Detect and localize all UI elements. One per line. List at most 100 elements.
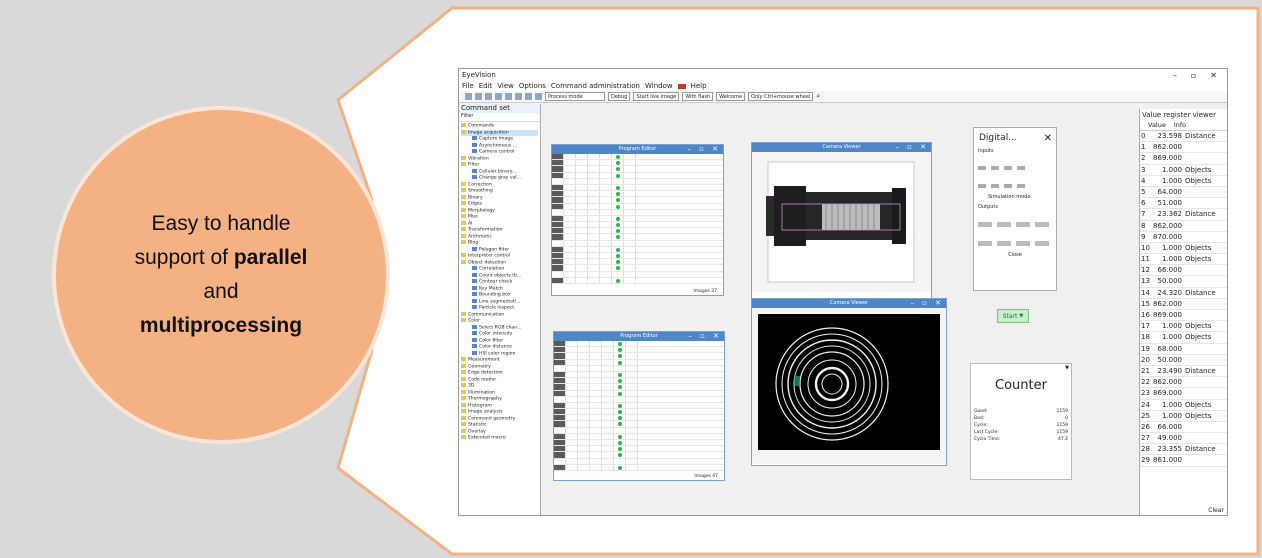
dropdown-arrow-icon[interactable]: ▼ [1065,365,1069,371]
value-register-row[interactable]: 2 869.000 [1140,153,1227,165]
output-button[interactable] [978,222,992,227]
debug-button[interactable]: Debug [608,92,631,101]
ctrl-wheel-button[interactable]: Only Ctrl+mouse wheel [748,92,814,101]
program-cell [588,246,600,252]
welcome-button[interactable]: Welcome [716,92,746,101]
menu-file[interactable]: File [462,82,474,90]
value-register-row[interactable]: 24 1.000 Objects [1140,400,1227,411]
value-register-row[interactable]: 20 50.000 [1140,355,1227,366]
program-cell [554,353,566,359]
value-register-row[interactable]: 4 1.000 Objects [1140,176,1227,187]
value-register-row[interactable]: 6 51.000 [1140,198,1227,210]
start-live-image-button[interactable]: Start live image [633,92,680,101]
output-button[interactable] [1016,241,1030,246]
program-cell [578,421,590,427]
register-value: 861.000 [1153,456,1182,465]
program-row[interactable] [554,464,724,471]
open-icon[interactable] [475,93,482,100]
value-register-row[interactable]: 29 861.000 [1140,455,1227,467]
value-register-row[interactable]: 8 862.000 [1140,221,1227,232]
value-register-row[interactable]: 0 23.598 Distance [1140,131,1227,143]
with-flash-button[interactable]: With flash [682,92,714,101]
window-controls-icon[interactable]: – ▫ ✕ [688,332,722,341]
simulation-mode-label[interactable]: Simulation mode [974,188,1056,200]
menu-view[interactable]: View [497,82,514,90]
value-register-row[interactable]: 1 862.000 [1140,142,1227,154]
value-register-row[interactable]: 19 68.000 [1140,344,1227,355]
program-cell [554,359,566,365]
value-register-row[interactable]: 26 66.000 [1140,422,1227,434]
output-button[interactable] [1035,222,1049,227]
output-button[interactable] [978,241,992,246]
value-register-row[interactable]: 16 869.000 [1140,310,1227,322]
undo-icon[interactable] [515,93,522,100]
value-register-row[interactable]: 10 1.000 Objects [1140,243,1227,255]
close-icon[interactable]: ✕ [1044,133,1056,144]
window-controls-icon[interactable]: – ▫ ✕ [895,143,929,152]
value-register-row[interactable]: 21 23.490 Distance [1140,366,1227,378]
menu-options[interactable]: Options [519,82,546,90]
new-icon[interactable] [465,93,472,100]
value-register-row[interactable]: 22 862.000 [1140,377,1227,389]
value-register-row[interactable]: 17 1.000 Objects [1140,321,1227,333]
copy-icon[interactable] [495,93,502,100]
program-cell [552,240,564,246]
status-dot-icon [615,173,620,178]
value-register-row[interactable]: 23 869.000 [1140,388,1227,400]
register-info [1182,388,1227,398]
menu-command-administration[interactable]: Command administration [551,82,640,90]
run-icon[interactable] [535,93,542,100]
output-button[interactable] [997,222,1011,227]
program-cell [602,378,614,384]
program-cell [566,415,578,421]
minimize-icon[interactable]: – [1173,71,1177,80]
digital-close-button[interactable]: Close [974,246,1056,258]
camera-image-1[interactable] [752,152,931,292]
camera-image-2[interactable] [752,308,946,464]
register-index: 18 [1141,333,1150,342]
window-controls-icon[interactable]: – ▫ ✕ [910,299,944,308]
dropdown-arrow-icon[interactable]: ▼ [1019,313,1023,319]
mode-select[interactable]: Process mode [545,92,605,101]
value-register-row[interactable]: 7 23.362 Distance [1140,209,1227,221]
start-button[interactable]: Start ▼ [997,309,1029,323]
program-row[interactable] [552,277,723,284]
program-cell [566,371,578,378]
value-register-row[interactable]: 15 862.000 [1140,299,1227,310]
value-register-row[interactable]: 3 1.000 Objects [1140,165,1227,176]
redo-icon[interactable] [525,93,532,100]
paste-icon[interactable] [505,93,512,100]
value-register-row[interactable]: 27 49.000 [1140,433,1227,445]
value-register-row[interactable]: 9 870.000 [1140,232,1227,243]
value-register-row[interactable]: 13 50.000 [1140,276,1227,288]
save-icon[interactable] [485,93,492,100]
value-register-row[interactable]: 11 1.000 Objects [1140,254,1227,266]
column-value[interactable]: Value [1148,121,1166,130]
value-register-row[interactable]: 28 23.355 Distance [1140,444,1227,456]
column-info[interactable]: Info [1174,121,1186,130]
value-register-row[interactable]: 5 64.000 [1140,187,1227,199]
program-cell [564,191,576,197]
zoom-icon[interactable]: ⌕ [816,92,820,101]
output-button[interactable] [997,241,1011,246]
program-cell [626,347,638,353]
command-tree-label: Overlay [468,429,486,434]
value-register-row[interactable]: 25 1.000 Objects [1140,411,1227,422]
output-button[interactable] [1035,241,1049,246]
value-register-row[interactable]: 12 66.000 [1140,265,1227,277]
status-dot-icon [615,167,620,172]
maximize-icon[interactable]: ▫ [1191,71,1196,80]
register-index: 4 [1141,176,1146,185]
clear-button[interactable]: Clear [1208,507,1224,514]
command-tree-item[interactable]: Extended macro [461,435,538,442]
close-icon[interactable]: ✕ [1210,71,1217,80]
output-button[interactable] [1016,222,1030,227]
window-controls-icon[interactable]: – ▫ ✕ [687,145,721,154]
command-filter-input[interactable]: Filter [459,113,540,122]
menu-help[interactable]: Help [691,82,707,90]
value-register-row[interactable]: 18 1.000 Objects [1140,332,1227,344]
menu-edit[interactable]: Edit [479,82,493,90]
value-register-row[interactable]: 14 24.320 Distance [1140,288,1227,299]
register-index: 10 [1141,243,1150,252]
menu-window[interactable]: Window [645,82,673,90]
